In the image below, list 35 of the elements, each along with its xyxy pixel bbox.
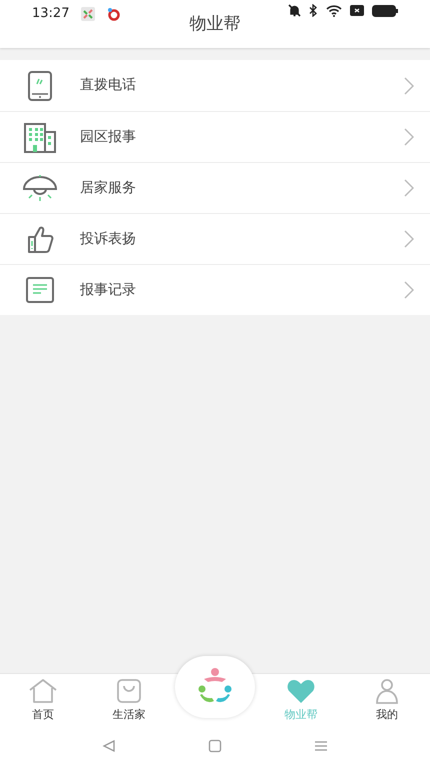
menu-item[interactable]: 投诉表扬 xyxy=(0,213,430,264)
chevron-right-icon xyxy=(404,128,414,146)
wifi-icon xyxy=(326,4,342,17)
menu-item[interactable]: 直拨电话 xyxy=(0,60,430,111)
menu-item[interactable]: 居家服务 xyxy=(0,162,430,213)
bell-muted-icon xyxy=(288,4,301,17)
status-time: 13:27 xyxy=(32,5,70,23)
nav-tab[interactable]: 我的 xyxy=(344,674,430,727)
app-icon xyxy=(107,6,122,21)
back-icon[interactable] xyxy=(102,739,116,753)
menu-label: 居家服务 xyxy=(80,178,137,198)
menu-label: 报事记录 xyxy=(80,280,137,300)
chevron-right-icon xyxy=(404,281,414,299)
nav-tab[interactable]: 首页 xyxy=(0,674,86,727)
battery-icon xyxy=(372,4,398,16)
bag-icon xyxy=(114,678,144,704)
menu-label: 园区报事 xyxy=(80,128,137,146)
app-icon xyxy=(81,6,96,21)
menu-item[interactable]: 园区报事 xyxy=(0,111,430,162)
bluetooth-icon xyxy=(309,4,318,17)
menu-label: 直拨电话 xyxy=(80,76,137,95)
page-title: 物业帮 xyxy=(190,13,240,36)
menu-label: 投诉表扬 xyxy=(80,230,137,248)
sim-icon xyxy=(350,5,364,16)
home-icon xyxy=(28,678,58,704)
nav-tab[interactable]: 生活家 xyxy=(86,674,172,727)
home-square-icon[interactable] xyxy=(208,739,222,753)
chevron-right-icon xyxy=(404,76,414,94)
menu-item[interactable]: 报事记录 xyxy=(0,264,430,315)
center-action-button[interactable] xyxy=(175,656,255,718)
menu-icon[interactable] xyxy=(314,739,328,753)
building-icon xyxy=(23,120,57,154)
heart-icon xyxy=(286,678,316,704)
chevron-right-icon xyxy=(404,230,414,248)
chevron-right-icon xyxy=(404,179,414,197)
